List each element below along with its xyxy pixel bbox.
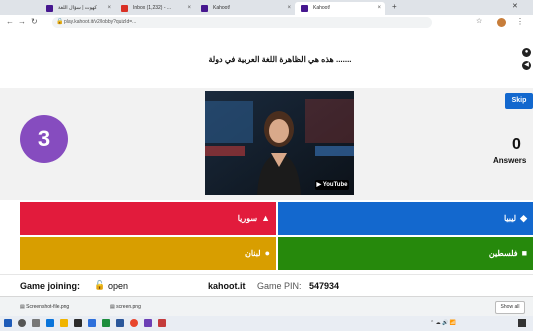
question-title: ....... هذه هي الظاهرة اللغة العربية في … bbox=[208, 55, 352, 64]
file-explorer-icon[interactable] bbox=[60, 319, 68, 327]
tab-title: كهوت | سؤال اللغة bbox=[58, 5, 97, 11]
answer-option-green[interactable]: ■فلسطين bbox=[278, 237, 533, 270]
system-tray-icons[interactable]: ⌃ ☁ 🔊 📶 bbox=[430, 320, 456, 326]
browser-tab[interactable]: كهوت | سؤال اللغة × bbox=[40, 2, 115, 15]
kahoot-favicon-icon bbox=[201, 5, 208, 12]
site-name: kahoot.it bbox=[208, 281, 246, 291]
tab-title: Kahoot! bbox=[313, 5, 331, 11]
word-icon[interactable] bbox=[116, 319, 124, 327]
answer-label: سوريا bbox=[237, 214, 258, 223]
teams-icon[interactable] bbox=[144, 319, 152, 327]
game-footer: Game joining: 🔓 open kahoot.it Game PIN:… bbox=[0, 274, 533, 297]
browser-tab[interactable]: Kahoot! × bbox=[195, 2, 295, 15]
reload-icon[interactable]: ↻ bbox=[31, 17, 38, 26]
downloads-bar: ▤ Screenshot-file.png ▤ screen.png Show … bbox=[0, 296, 533, 317]
excel-icon[interactable] bbox=[102, 319, 110, 327]
download-filename: screen.png bbox=[116, 304, 141, 310]
tab-title: Inbox (1,232) - ... bbox=[133, 5, 172, 11]
answer-label: ليبيا bbox=[503, 214, 517, 223]
lock-icon: 🔒 bbox=[56, 19, 64, 25]
game-pin: 547934 bbox=[309, 281, 340, 291]
star-icon[interactable]: ☆ bbox=[476, 17, 482, 25]
triangle-icon: ▲ bbox=[261, 213, 270, 223]
close-icon[interactable]: × bbox=[377, 2, 381, 15]
tab-title: Kahoot! bbox=[213, 5, 231, 11]
download-filename: Screenshot-file.png bbox=[26, 304, 70, 310]
forward-arrow-icon[interactable]: → bbox=[18, 17, 26, 26]
show-all-button[interactable]: Show all bbox=[495, 301, 525, 314]
lock-open-icon[interactable]: 🔓 bbox=[94, 280, 105, 291]
game-joining-state: open bbox=[108, 281, 129, 291]
browser-tab-strip: كهوت | سؤال اللغة × Inbox (1,232) - ... … bbox=[0, 0, 533, 15]
download-item[interactable]: ▤ screen.png bbox=[110, 302, 170, 312]
answer-label: فلسطين bbox=[488, 249, 518, 258]
answer-label: لبنان bbox=[244, 249, 261, 258]
edge-icon[interactable] bbox=[46, 319, 54, 327]
browser-tab[interactable]: Inbox (1,232) - ... × bbox=[115, 2, 195, 15]
powerpoint-icon[interactable] bbox=[158, 319, 166, 327]
close-icon[interactable]: × bbox=[107, 2, 111, 15]
question-video[interactable]: ▶ YouTube bbox=[205, 91, 354, 195]
gmail-favicon-icon bbox=[121, 5, 128, 12]
skip-button[interactable]: Skip bbox=[505, 93, 533, 109]
back-arrow-icon[interactable]: ← bbox=[6, 17, 14, 26]
answer-option-yellow[interactable]: ●لبنان bbox=[20, 237, 276, 270]
answers-count: 0 bbox=[512, 136, 521, 153]
question-header: ....... هذه هي الظاهرة اللغة العربية في … bbox=[0, 31, 533, 89]
mail-icon[interactable] bbox=[88, 319, 96, 327]
file-icon: ▤ bbox=[110, 304, 115, 310]
url-field[interactable]: 🔒 play.kahoot.it/v2/lobby?quizId=... bbox=[52, 17, 432, 28]
circle-icon: ● bbox=[264, 248, 270, 258]
answer-option-red[interactable]: ▲سوريا bbox=[20, 202, 276, 235]
square-icon: ■ bbox=[521, 248, 527, 258]
close-icon[interactable]: × bbox=[287, 2, 291, 15]
countdown-timer: 3 bbox=[20, 115, 68, 163]
store-icon[interactable] bbox=[74, 319, 82, 327]
windows-start-icon[interactable] bbox=[4, 319, 12, 327]
menu-dots-icon[interactable]: ⋮ bbox=[516, 17, 524, 26]
notification-icon[interactable] bbox=[518, 319, 526, 327]
volume-icon[interactable]: ◀ bbox=[522, 61, 531, 70]
download-item[interactable]: ▤ Screenshot-file.png bbox=[20, 302, 92, 312]
search-icon[interactable] bbox=[18, 319, 26, 327]
diamond-icon: ◆ bbox=[520, 213, 527, 223]
window-controls-icon[interactable]: ✕ bbox=[512, 2, 518, 10]
answers-label: Answers bbox=[493, 156, 527, 165]
profile-avatar[interactable] bbox=[497, 18, 506, 27]
file-icon: ▤ bbox=[20, 304, 25, 310]
game-joining-label: Game joining: bbox=[20, 281, 81, 291]
chrome-icon[interactable] bbox=[130, 319, 138, 327]
kahoot-favicon-icon bbox=[46, 5, 53, 12]
address-bar-row: ← → ↻ 🔒 play.kahoot.it/v2/lobby?quizId=.… bbox=[0, 15, 533, 32]
game-pin-label: Game PIN: bbox=[257, 281, 302, 291]
taskbar: ⌃ ☁ 🔊 📶 bbox=[0, 316, 533, 331]
close-icon[interactable]: × bbox=[187, 2, 191, 15]
kahoot-favicon-icon bbox=[301, 5, 308, 12]
youtube-label: YouTube bbox=[322, 182, 348, 188]
youtube-logo[interactable]: ▶ YouTube bbox=[315, 180, 349, 190]
new-tab-icon[interactable]: + bbox=[392, 2, 397, 11]
lock-icon[interactable]: ● bbox=[522, 48, 531, 57]
url-text: play.kahoot.it/v2/lobby?quizId=... bbox=[64, 19, 137, 25]
browser-tab-active[interactable]: Kahoot! × bbox=[295, 2, 385, 15]
answer-option-blue[interactable]: ◆ليبيا bbox=[278, 202, 533, 235]
play-icon: ▶ bbox=[316, 182, 322, 188]
task-view-icon[interactable] bbox=[32, 319, 40, 327]
